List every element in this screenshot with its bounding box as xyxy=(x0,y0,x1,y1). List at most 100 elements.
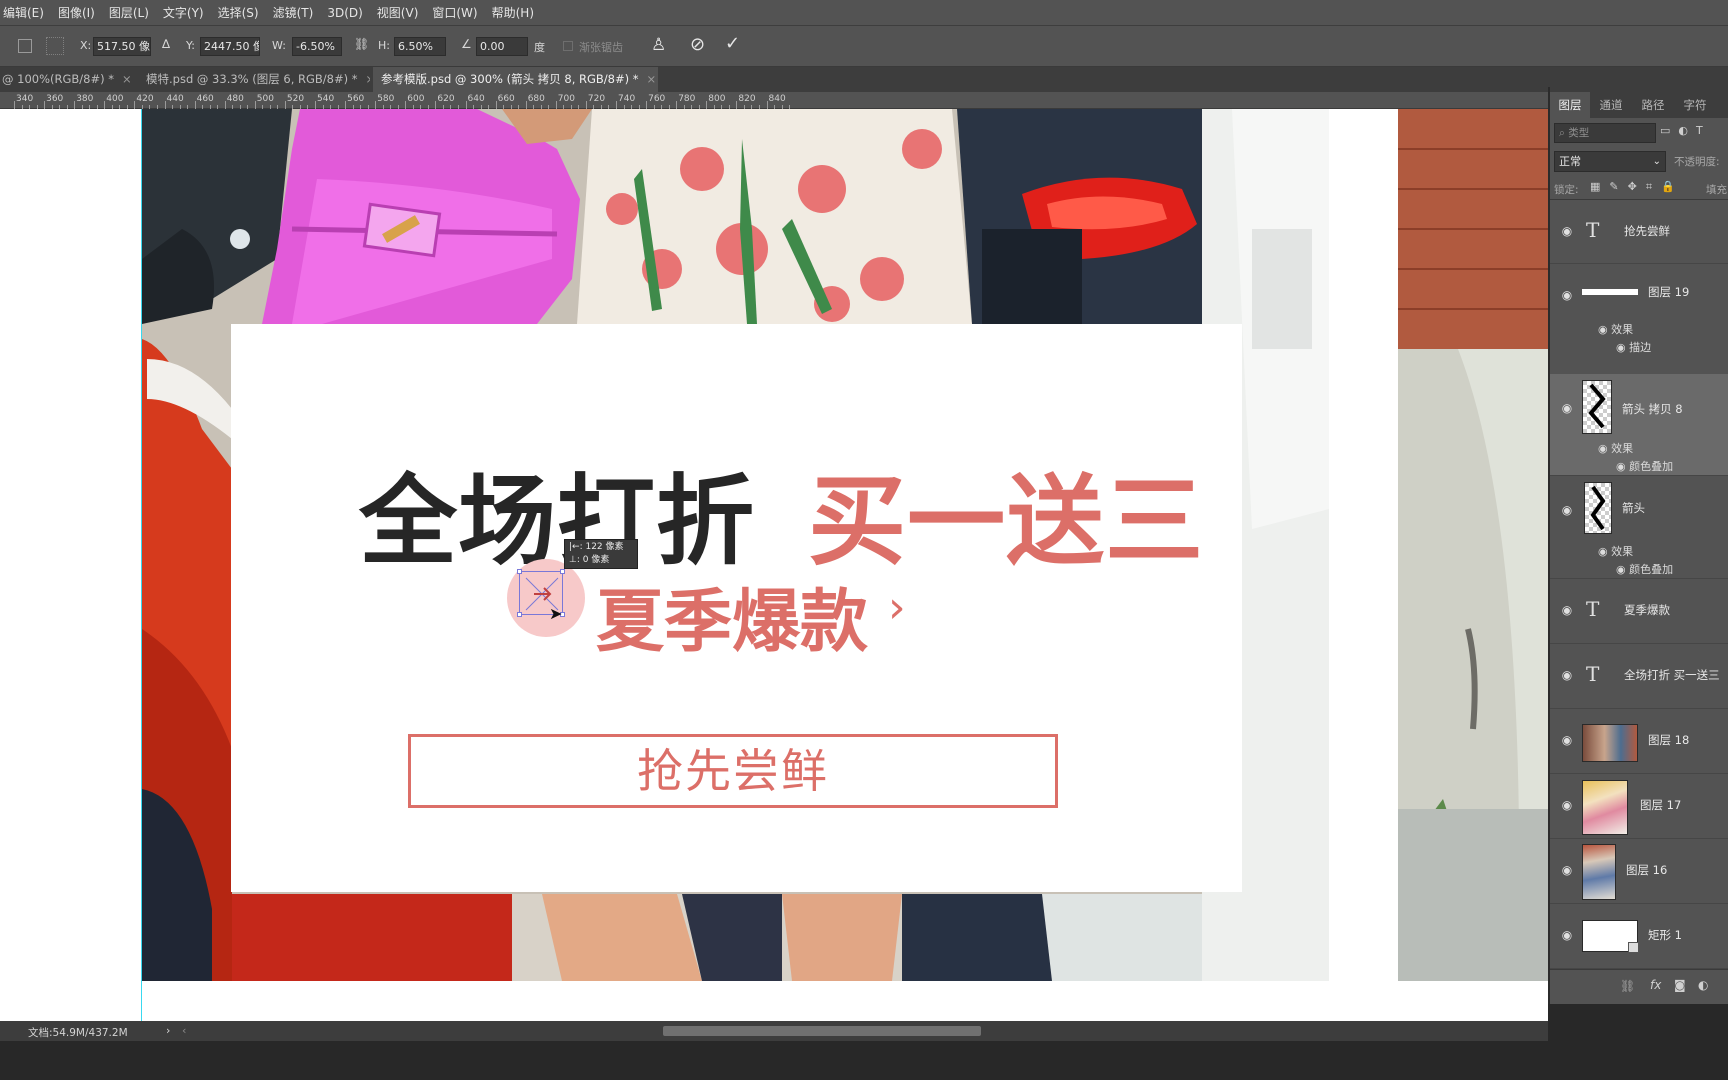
layer-row-19[interactable]: ◉ 图层 19 ◉ 效果 ◉ 描边 xyxy=(1550,264,1728,383)
menu-image[interactable]: 图像(I) xyxy=(51,4,102,21)
eye-icon[interactable]: ◉ xyxy=(1560,503,1574,517)
photo-background: 全场打折 买一送三 夏季爆款 › ➤ |←: 122 像素 ⊥: 0 像素 抢先… xyxy=(142,109,1329,981)
reference-point-checkbox[interactable] xyxy=(18,39,32,53)
antialias-checkbox[interactable] xyxy=(563,41,573,51)
blend-mode-select[interactable]: 正常 ⌄ xyxy=(1554,151,1666,172)
cta-label: 抢先尝鲜 xyxy=(637,744,829,798)
layer-row-headline[interactable]: ◉ T 全场打折 买一送三 xyxy=(1550,644,1728,709)
eye-icon[interactable]: ◉ xyxy=(1560,798,1574,812)
eye-icon[interactable]: ◉ xyxy=(1598,545,1608,558)
scroll-left-icon[interactable]: ‹ xyxy=(182,1024,186,1037)
arrow-icon xyxy=(1590,485,1606,531)
transform-handle[interactable] xyxy=(560,569,565,574)
tab-doc-3[interactable]: 参考模版.psd @ 300% (箭头 拷贝 8, RGB/8#) * × xyxy=(373,67,658,92)
menu-help[interactable]: 帮助(H) xyxy=(485,4,541,21)
close-icon[interactable]: × xyxy=(647,72,657,86)
layer-row-16[interactable]: ◉ 图层 16 xyxy=(1550,839,1728,904)
menu-view[interactable]: 视图(V) xyxy=(370,4,426,21)
fx-icon[interactable]: fx xyxy=(1650,978,1661,992)
ruler-tick xyxy=(134,101,136,109)
vertical-guide[interactable] xyxy=(141,109,142,1021)
horizontal-scrollbar-thumb[interactable] xyxy=(663,1026,981,1036)
tab-channels[interactable]: 通道 xyxy=(1590,92,1632,118)
commit-transform-icon[interactable]: ✓ xyxy=(725,33,740,54)
photo-thumbnail xyxy=(1582,844,1616,900)
tab-label: 参考模版.psd @ 300% (箭头 拷贝 8, RGB/8#) * xyxy=(381,72,639,86)
ruler-tick xyxy=(284,101,286,109)
eye-icon[interactable]: ◉ xyxy=(1560,928,1574,942)
eye-icon[interactable]: ◉ xyxy=(1560,733,1574,747)
menu-type[interactable]: 文字(Y) xyxy=(156,4,211,21)
transform-handle[interactable] xyxy=(517,612,522,617)
y-position-input[interactable]: 2447.50 像 xyxy=(200,37,260,56)
eye-icon[interactable]: ◉ xyxy=(1560,668,1574,682)
ruler-label: 840 xyxy=(768,94,786,104)
x-position-input[interactable]: 517.50 像素 xyxy=(93,37,151,56)
effect-name: 描边 xyxy=(1629,341,1652,354)
ruler-tick xyxy=(44,101,46,109)
canvas[interactable]: 全场打折 买一送三 夏季爆款 › ➤ |←: 122 像素 ⊥: 0 像素 抢先… xyxy=(0,109,1548,1021)
tab-layers[interactable]: 图层 xyxy=(1550,92,1590,118)
tab-paths[interactable]: 路径 xyxy=(1632,92,1674,118)
layer-row-rect-1[interactable]: ◉ 矩形 1 xyxy=(1550,904,1728,969)
eye-icon[interactable]: ◉ xyxy=(1560,224,1574,238)
status-menu-chevron-icon[interactable]: › xyxy=(166,1024,170,1037)
lock-icons[interactable]: ▦✎✥⌗🔒 xyxy=(1590,180,1684,194)
delta-icon[interactable]: ∆ xyxy=(162,37,170,51)
link-icon[interactable]: ⛓ xyxy=(354,37,369,51)
layer-row-arrow[interactable]: ◉ 箭头 ◉ 效果 ◉ 颜色叠加 xyxy=(1550,476,1728,579)
adjustment-icon[interactable]: ◐ xyxy=(1698,978,1708,992)
cta-button[interactable]: 抢先尝鲜 xyxy=(408,734,1058,808)
link-layers-icon[interactable]: ⛓ xyxy=(1620,979,1635,993)
tab-doc-1[interactable]: @ 100%(RGB/8#) * × xyxy=(0,67,130,92)
eye-icon[interactable]: ◉ xyxy=(1616,341,1626,354)
cancel-transform-icon[interactable]: ⊘ xyxy=(690,34,705,55)
eye-icon[interactable]: ◉ xyxy=(1616,460,1626,473)
banner-card: 全场打折 买一送三 夏季爆款 › ➤ |←: 122 像素 ⊥: 0 像素 抢先… xyxy=(231,324,1242,892)
antialias-label: 渐张锯齿 xyxy=(579,41,623,54)
height-input[interactable]: 6.50% xyxy=(394,37,446,56)
menu-layer[interactable]: 图层(L) xyxy=(102,4,156,21)
eye-icon[interactable]: ◉ xyxy=(1616,563,1626,576)
effect-color-overlay[interactable]: ◉ 颜色叠加 xyxy=(1616,561,1673,577)
layer-row-subhead[interactable]: ◉ T 夏季爆款 xyxy=(1550,579,1728,644)
menu-edit[interactable]: 编辑(E) xyxy=(0,4,51,21)
warp-icon[interactable]: ♙ xyxy=(651,35,666,55)
eye-icon[interactable]: ◉ xyxy=(1560,401,1574,415)
arrow-thumbnail xyxy=(1582,380,1612,434)
effects-row[interactable]: ◉ 效果 xyxy=(1598,543,1633,559)
transform-handle[interactable] xyxy=(517,569,522,574)
eye-icon[interactable]: ◉ xyxy=(1560,863,1574,877)
horizontal-ruler[interactable]: 340 360 380 400 420 440 460 480 500 520 540 560 580 6… xyxy=(0,92,1548,109)
close-icon[interactable]: × xyxy=(366,72,370,86)
subhead: 夏季爆款 xyxy=(596,583,869,662)
eye-icon[interactable]: ◉ xyxy=(1598,442,1608,455)
angle-input[interactable]: 0.00 xyxy=(476,37,528,56)
layer-row-arrow-copy-8[interactable]: ◉ 箭头 拷贝 8 ◉ 效果 ◉ 颜色叠加 xyxy=(1550,374,1728,476)
menu-3d[interactable]: 3D(D) xyxy=(320,6,369,20)
close-icon[interactable]: × xyxy=(122,72,130,86)
layer-name: 夏季爆款 xyxy=(1624,603,1670,617)
effect-stroke[interactable]: ◉ 描边 xyxy=(1616,339,1651,355)
filter-icons[interactable]: ▭◐T xyxy=(1660,124,1711,137)
menu-select[interactable]: 选择(S) xyxy=(211,4,266,21)
effect-color-overlay[interactable]: ◉ 颜色叠加 xyxy=(1616,458,1673,474)
mask-icon[interactable]: ◙ xyxy=(1674,978,1686,992)
effects-row[interactable]: ◉ 效果 xyxy=(1598,440,1633,456)
effects-row[interactable]: ◉ 效果 xyxy=(1598,321,1633,337)
eye-icon[interactable]: ◉ xyxy=(1598,323,1608,336)
layer-filter-select[interactable]: ⌕ 类型 xyxy=(1554,123,1656,143)
menu-window[interactable]: 窗口(W) xyxy=(425,4,484,21)
width-input[interactable]: -6.50% xyxy=(292,37,342,56)
tab-character[interactable]: 字符 xyxy=(1674,92,1716,118)
tab-doc-2[interactable]: 模特.psd @ 33.3% (图层 6, RGB/8#) * × xyxy=(138,67,370,92)
reference-point-grid-icon[interactable] xyxy=(46,37,64,55)
ruler-label: 540 xyxy=(317,94,335,104)
layer-row-17[interactable]: ◉ 图层 17 xyxy=(1550,774,1728,839)
eye-icon[interactable]: ◉ xyxy=(1560,288,1574,302)
menu-filter[interactable]: 滤镜(T) xyxy=(266,4,321,21)
ruler-tick xyxy=(555,101,557,109)
eye-icon[interactable]: ◉ xyxy=(1560,603,1574,617)
layer-row-18[interactable]: ◉ 图层 18 xyxy=(1550,709,1728,774)
layer-row-text-1[interactable]: ◉ T 抢先尝鲜 xyxy=(1550,200,1728,264)
